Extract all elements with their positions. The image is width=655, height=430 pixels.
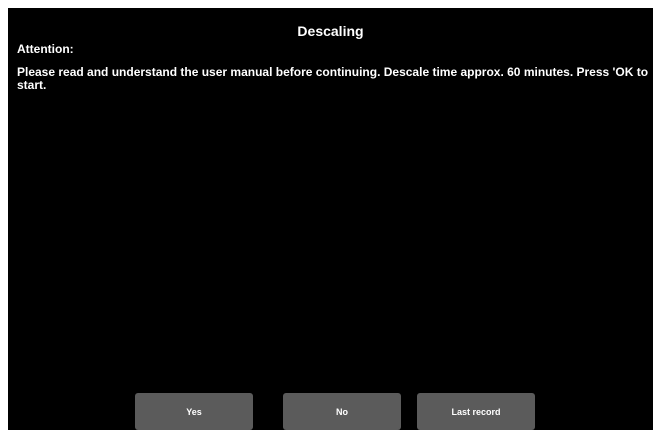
last-record-button[interactable]: Last record [417, 393, 535, 430]
no-button[interactable]: No [283, 393, 401, 430]
descaling-screen: Descaling Attention: Please read and und… [8, 8, 653, 430]
attention-label: Attention: [17, 42, 74, 56]
yes-button[interactable]: Yes [135, 393, 253, 430]
screen-title: Descaling [297, 23, 364, 39]
instruction-message: Please read and understand the user manu… [17, 65, 649, 92]
